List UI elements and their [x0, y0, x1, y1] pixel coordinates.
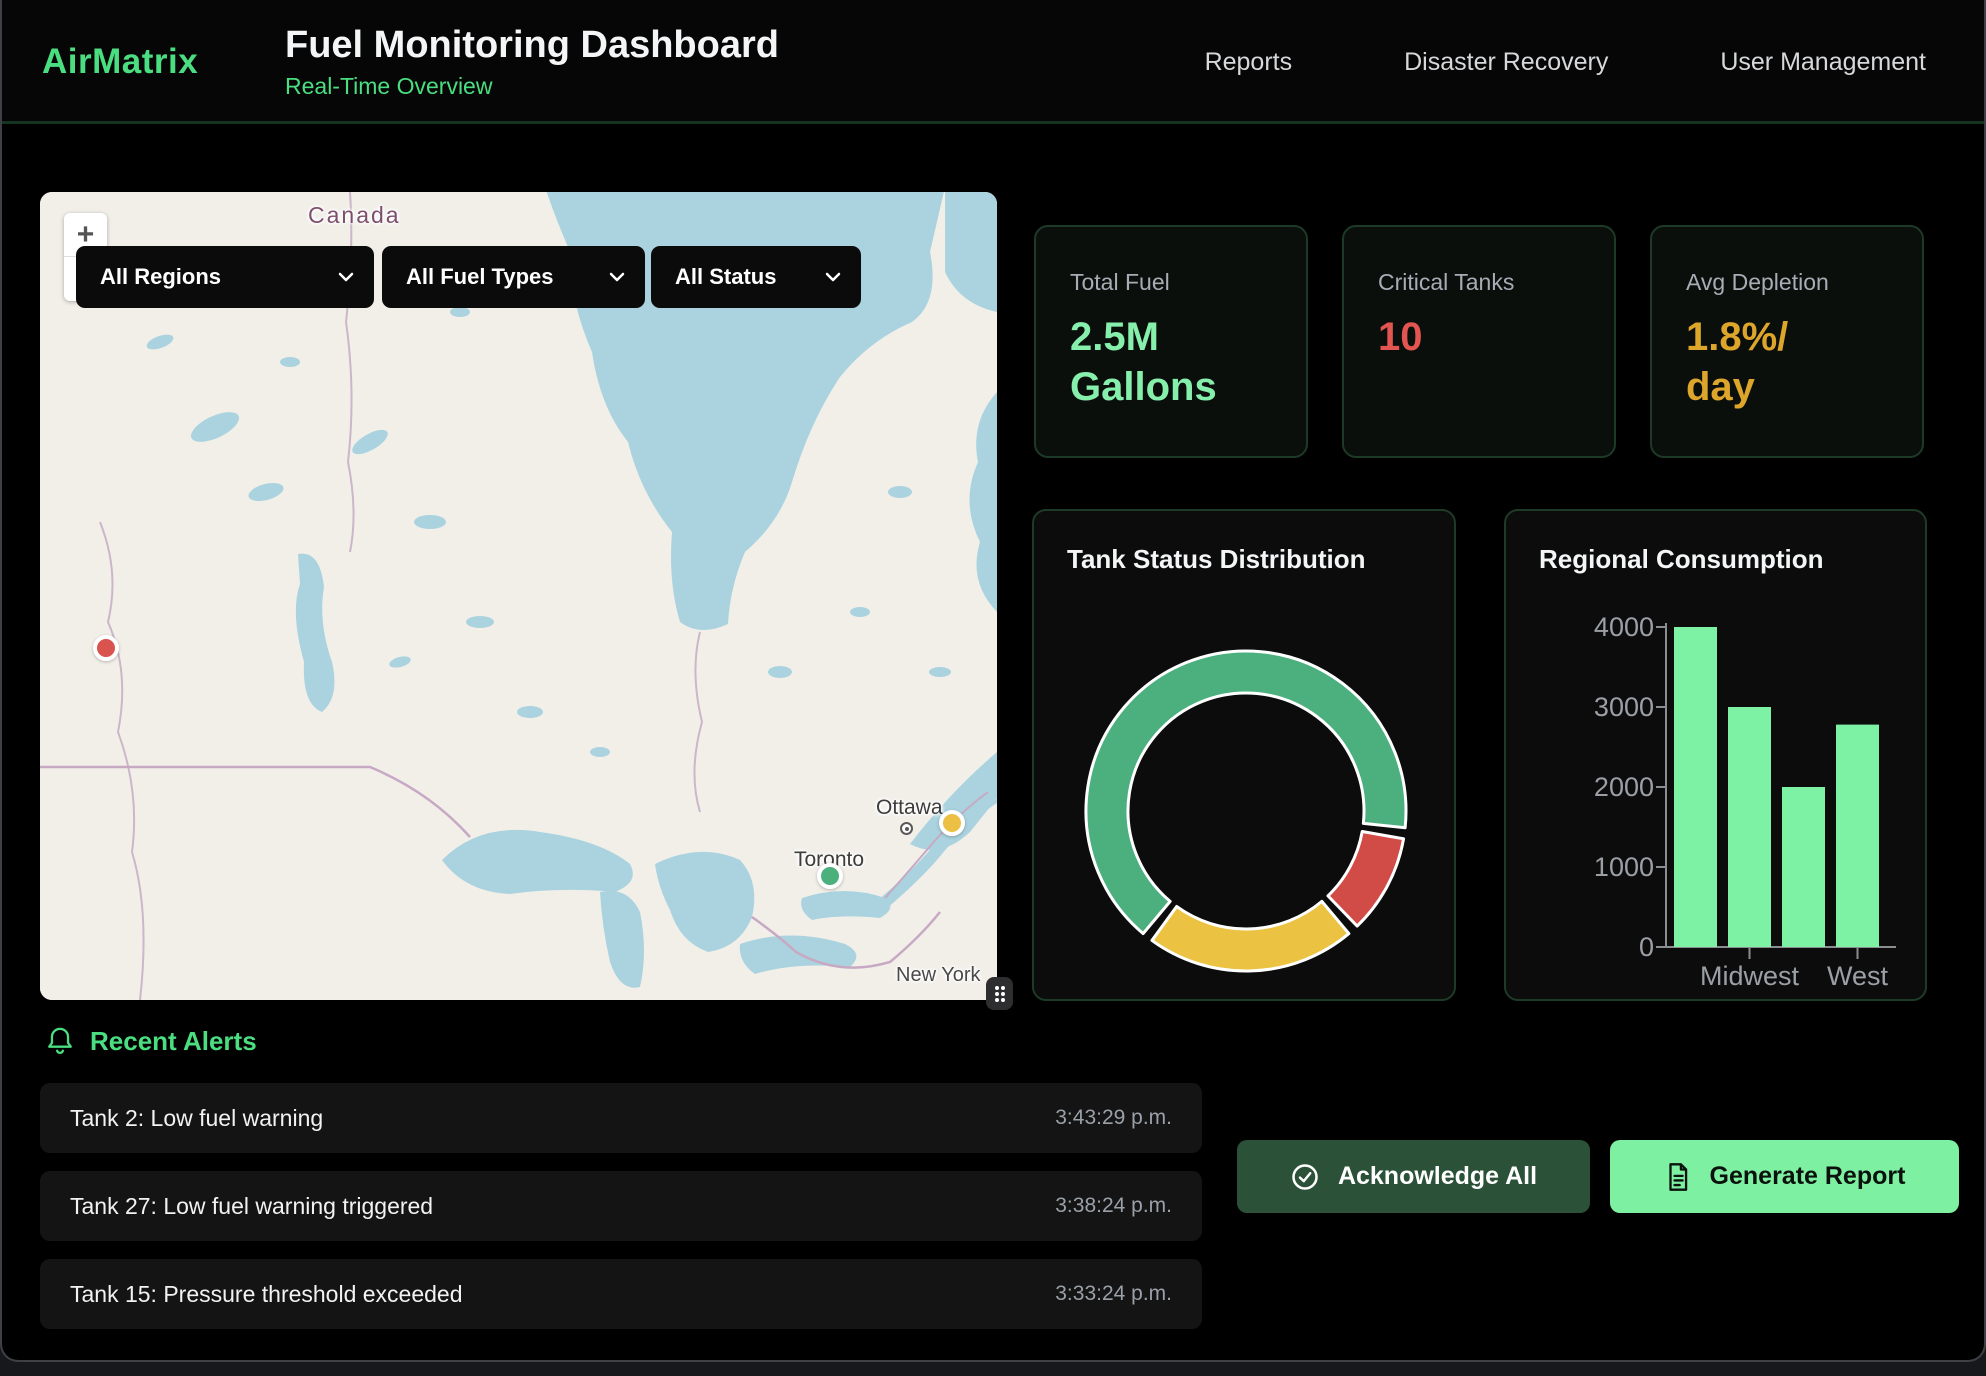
nav-item-user-management[interactable]: User Management: [1720, 48, 1926, 77]
svg-text:2000: 2000: [1594, 772, 1654, 802]
map-terrain: [40, 192, 997, 1000]
alert-row[interactable]: Tank 27: Low fuel warning triggered 3:38…: [40, 1171, 1202, 1241]
svg-text:West: West: [1827, 961, 1889, 991]
fuel-type-filter-value: All Fuel Types: [406, 264, 554, 290]
app-frame: AirMatrix Fuel Monitoring Dashboard Real…: [0, 0, 1986, 1362]
header: AirMatrix Fuel Monitoring Dashboard Real…: [2, 0, 1984, 124]
page-title: Fuel Monitoring Dashboard: [285, 24, 779, 67]
nav-item-disaster-recovery[interactable]: Disaster Recovery: [1404, 48, 1608, 77]
fuel-type-filter-dropdown[interactable]: All Fuel Types: [382, 246, 645, 308]
bell-icon: [46, 1026, 74, 1057]
stat-card-total-fuel: Total Fuel 2.5M Gallons: [1034, 225, 1308, 458]
chevron-down-icon: [609, 272, 625, 282]
acknowledge-all-button[interactable]: Acknowledge All: [1237, 1140, 1590, 1213]
regional-consumption-chart: 0 1000 2000 3000 4000 Midwest West: [1506, 511, 1929, 1003]
chevron-down-icon: [338, 272, 354, 282]
generate-report-label: Generate Report: [1710, 1162, 1906, 1191]
alert-row[interactable]: Tank 15: Pressure threshold exceeded 3:3…: [40, 1259, 1202, 1329]
map-panel[interactable]: Canada Ottawa Toronto New York + − All R…: [40, 192, 997, 1000]
main-nav: Reports Disaster Recovery User Managemen…: [1205, 0, 1926, 124]
stat-label: Avg Depletion: [1686, 269, 1888, 296]
acknowledge-all-label: Acknowledge All: [1338, 1162, 1537, 1191]
stat-value: 10: [1378, 312, 1580, 362]
check-circle-icon: [1290, 1162, 1320, 1192]
document-icon: [1664, 1162, 1692, 1192]
svg-text:3000: 3000: [1594, 692, 1654, 722]
alert-message: Tank 27: Low fuel warning triggered: [70, 1193, 433, 1220]
stat-label: Total Fuel: [1070, 269, 1272, 296]
tank-status-title: Tank Status Distribution: [1067, 544, 1366, 575]
stat-label: Critical Tanks: [1378, 269, 1580, 296]
alert-row[interactable]: Tank 2: Low fuel warning 3:43:29 p.m.: [40, 1083, 1202, 1153]
status-filter-value: All Status: [675, 264, 776, 290]
generate-report-button[interactable]: Generate Report: [1610, 1140, 1959, 1213]
svg-text:0: 0: [1639, 932, 1654, 962]
status-filter-dropdown[interactable]: All Status: [651, 246, 861, 308]
tank-marker-green[interactable]: [817, 863, 843, 889]
alert-message: Tank 2: Low fuel warning: [70, 1105, 323, 1132]
resize-handle[interactable]: [986, 977, 1013, 1010]
page-subtitle: Real-Time Overview: [285, 73, 779, 100]
alert-timestamp: 3:33:24 p.m.: [1055, 1282, 1172, 1306]
town-dot-icon: [900, 822, 913, 835]
stat-card-avg-depletion: Avg Depletion 1.8%/ day: [1650, 225, 1924, 458]
alert-timestamp: 3:43:29 p.m.: [1055, 1106, 1172, 1130]
region-filter-dropdown[interactable]: All Regions: [76, 246, 374, 308]
tank-marker-yellow[interactable]: [939, 810, 965, 836]
svg-text:4000: 4000: [1594, 612, 1654, 642]
alert-message: Tank 15: Pressure threshold exceeded: [70, 1281, 463, 1308]
stat-card-critical-tanks: Critical Tanks 10: [1342, 225, 1616, 458]
stat-value: 2.5M Gallons: [1070, 312, 1272, 412]
svg-text:Midwest: Midwest: [1700, 961, 1800, 991]
svg-text:1000: 1000: [1594, 852, 1654, 882]
map-label-ottawa: Ottawa: [876, 796, 943, 820]
brand-logo: AirMatrix: [42, 0, 198, 124]
stat-value: 1.8%/ day: [1686, 312, 1888, 412]
tank-marker-red[interactable]: [93, 635, 119, 661]
alerts-heading-label: Recent Alerts: [90, 1026, 257, 1057]
stats-row: Total Fuel 2.5M Gallons Critical Tanks 1…: [1034, 225, 1924, 458]
map-label-canada: Canada: [308, 202, 401, 229]
tank-status-donut: [1076, 641, 1416, 981]
grip-dots-icon: [993, 984, 1007, 1004]
map-label-new-york: New York: [896, 964, 981, 987]
tank-status-panel: Tank Status Distribution: [1032, 509, 1456, 1001]
chevron-down-icon: [825, 272, 841, 282]
regional-consumption-panel: Regional Consumption 01000200030004000Mi…: [1504, 509, 1927, 1001]
alert-timestamp: 3:38:24 p.m.: [1055, 1194, 1172, 1218]
alerts-heading: Recent Alerts: [46, 1026, 257, 1057]
nav-item-reports[interactable]: Reports: [1205, 48, 1293, 77]
title-block: Fuel Monitoring Dashboard Real-Time Over…: [285, 0, 779, 124]
region-filter-value: All Regions: [100, 264, 221, 290]
